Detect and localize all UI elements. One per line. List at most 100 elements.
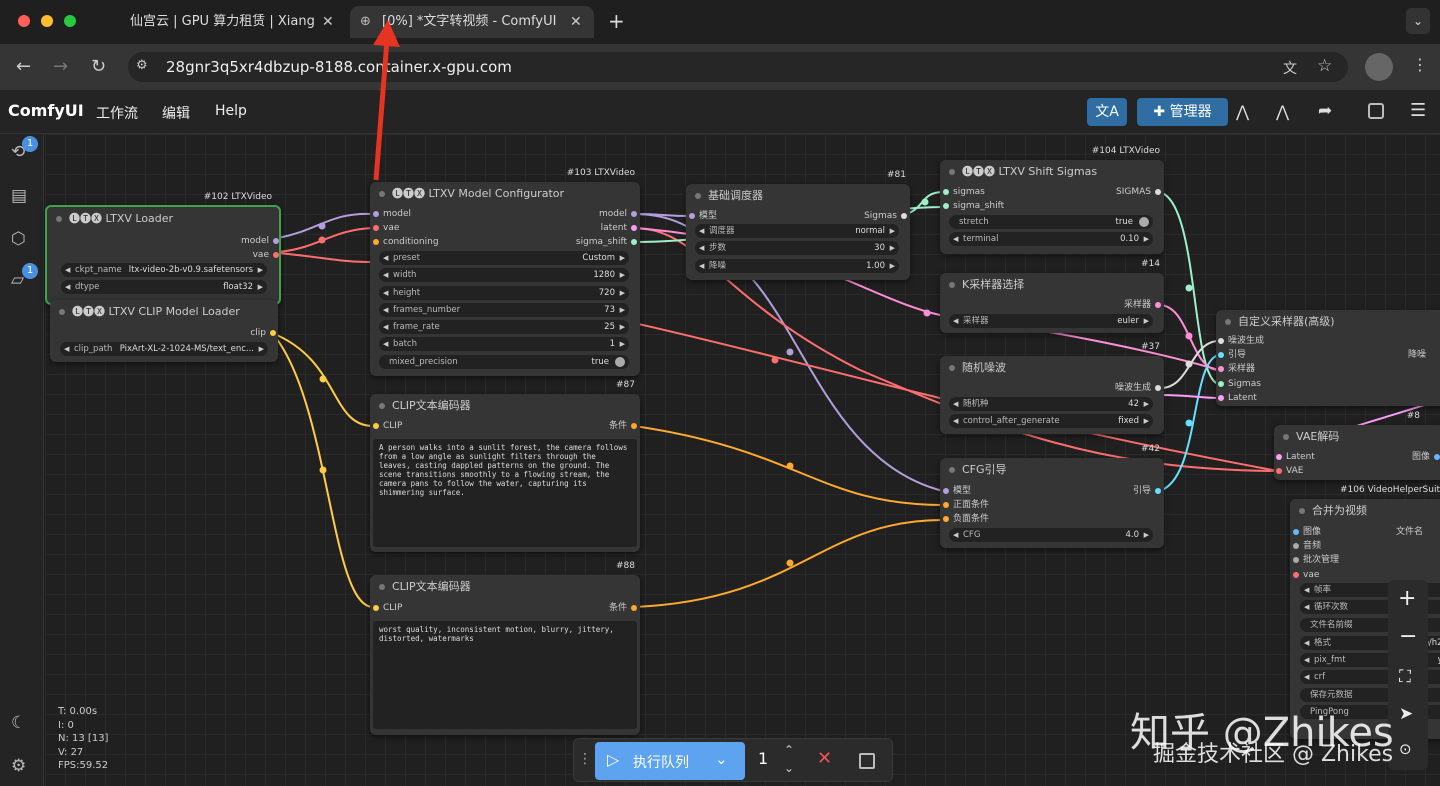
input-vae[interactable]: VAE	[1276, 465, 1303, 477]
cancel-x-icon[interactable]: ✕	[817, 748, 832, 769]
node-clip-text-encode-negative[interactable]: CLIP文本编码器 CLIP 条件 worst quality, inconsi…	[370, 575, 640, 735]
input-positive[interactable]: 正面条件	[943, 499, 989, 511]
forward-arrow-icon[interactable]: →	[53, 56, 68, 77]
translate-icon[interactable]: ⽂	[1283, 58, 1297, 78]
node-ltxv-model-configurator[interactable]: 🅛🅣🅧 LTXV Model Configurator model vae co…	[370, 182, 640, 376]
output-denoised[interactable]: 降噪	[1408, 349, 1426, 361]
toggle-link-icon[interactable]: ⊙	[1399, 740, 1412, 758]
node-random-noise[interactable]: 随机噪波 噪波生成 随机种42 control_after_generatefi…	[940, 356, 1164, 434]
new-tab-button[interactable]: +	[608, 9, 625, 33]
widget-preset[interactable]: presetCustom	[379, 251, 629, 265]
input-guider[interactable]: 引导	[1218, 349, 1246, 361]
input-audio[interactable]: 音频	[1293, 540, 1321, 552]
share-arrow-icon[interactable]: ➦	[1318, 101, 1332, 121]
settings-gear-icon[interactable]: ⚙	[11, 756, 26, 776]
node-cfg-guider[interactable]: CFG引导 模型 正面条件 负面条件 引导 CFG4.0	[940, 458, 1164, 548]
zoom-out-icon[interactable]: −	[1399, 624, 1417, 649]
node-clip-text-encode-positive[interactable]: CLIP文本编码器 CLIP 条件 A person walks into a …	[370, 394, 640, 552]
output-model[interactable]: model	[241, 235, 280, 247]
widget-control-after-generate[interactable]: control_after_generatefixed	[949, 414, 1153, 428]
output-conditioning[interactable]: 条件	[609, 420, 638, 432]
minimize-window-icon[interactable]	[41, 15, 53, 27]
widget-batch[interactable]: batch1	[379, 337, 629, 351]
browser-menu-icon[interactable]: ⋮	[1412, 55, 1428, 74]
input-model[interactable]: 模型	[943, 485, 971, 497]
output-model[interactable]: model	[599, 208, 638, 220]
output-guider[interactable]: 引导	[1133, 485, 1162, 497]
back-arrow-icon[interactable]: ←	[16, 56, 31, 77]
node-vae-decode[interactable]: VAE解码 Latent VAE 图像	[1274, 425, 1440, 480]
browser-tab-2-active[interactable]: ⊕ [0%] *文字转视频 - ComfyUI ✕	[350, 6, 594, 38]
node-library-icon[interactable]: ▤	[11, 186, 27, 206]
output-sampler[interactable]: 采样器	[1124, 299, 1162, 311]
profile-avatar[interactable]	[1365, 53, 1393, 81]
input-sampler[interactable]: 采样器	[1218, 363, 1255, 375]
input-noise[interactable]: 噪波生成	[1218, 335, 1264, 347]
maximize-window-icon[interactable]	[64, 15, 76, 27]
input-batch-manager[interactable]: 批次管理	[1293, 554, 1339, 566]
model-library-cube-icon[interactable]: ⬡	[11, 229, 26, 249]
input-model[interactable]: 模型	[689, 210, 717, 222]
widget-frames-number[interactable]: frames_number73	[379, 303, 629, 317]
input-vae[interactable]: vae	[373, 222, 399, 234]
fit-view-icon[interactable]: ⛶	[1399, 667, 1411, 687]
input-images[interactable]: 图像	[1293, 526, 1321, 538]
output-image[interactable]: 图像	[1412, 451, 1440, 463]
bookmark-star-icon[interactable]: ☆	[1317, 56, 1332, 76]
address-bar[interactable]: ⚙ 28gnr3q5xr4dbzup-8188.container.x-gpu.…	[128, 52, 1348, 82]
negative-prompt-textarea[interactable]: worst quality, inconsistent motion, blur…	[373, 621, 637, 729]
input-conditioning[interactable]: conditioning	[373, 236, 439, 248]
close-tab-icon[interactable]: ✕	[322, 6, 334, 38]
theme-moon-icon[interactable]: ☾	[11, 713, 26, 733]
node-ltxv-loader[interactable]: 🅛🅣🅧 LTXV Loader model vae ckpt_nameltx-v…	[45, 205, 281, 305]
widget-clip-path[interactable]: clip_pathPixArt-XL-2-1024-MS/text_enc...	[60, 342, 268, 356]
output-conditioning[interactable]: 条件	[609, 602, 638, 614]
node-ltxv-shift-sigmas[interactable]: 🅛🅣🅧 LTXV Shift Sigmas sigmas sigma_shift…	[940, 160, 1164, 254]
widget-dtype[interactable]: dtypefloat32	[61, 280, 267, 294]
widget-steps[interactable]: 步数30	[695, 241, 899, 255]
menu-workflow[interactable]: 工作流	[96, 103, 138, 123]
panel-toggle-icon[interactable]	[1368, 103, 1384, 119]
widget-denoise[interactable]: 降噪1.00	[695, 259, 899, 273]
drag-handle-icon[interactable]: ⋮	[578, 751, 592, 767]
input-vae[interactable]: vae	[1293, 569, 1319, 581]
hamburger-menu-icon[interactable]: ☰	[1410, 100, 1426, 121]
input-sigma-shift[interactable]: sigma_shift	[943, 200, 1004, 212]
select-pointer-icon[interactable]: ➤	[1399, 704, 1413, 724]
node-ltxv-clip-loader[interactable]: 🅛🅣🅧 LTXV CLIP Model Loader clip clip_pat…	[50, 300, 278, 362]
input-latent[interactable]: Latent	[1276, 451, 1315, 463]
comfy-icon-2[interactable]: ⋀	[1276, 102, 1289, 121]
input-model[interactable]: model	[373, 208, 411, 220]
widget-noise-seed[interactable]: 随机种42	[949, 397, 1153, 411]
widget-terminal[interactable]: terminal0.10	[949, 232, 1153, 246]
tab-search-chevron-icon[interactable]: ⌄	[1406, 8, 1430, 34]
close-tab-icon[interactable]: ✕	[570, 6, 582, 38]
widget-cfg[interactable]: CFG4.0	[949, 528, 1153, 542]
widget-stretch[interactable]: stretch true	[949, 215, 1153, 229]
close-window-icon[interactable]	[18, 15, 30, 27]
manager-button[interactable]: ✚ 管理器	[1137, 98, 1228, 126]
zoom-in-icon[interactable]: +	[1398, 586, 1416, 611]
output-noise[interactable]: 噪波生成	[1115, 382, 1162, 394]
input-sigmas[interactable]: sigmas	[943, 186, 985, 198]
input-clip[interactable]: CLIP	[373, 420, 402, 432]
clear-queue-square-icon[interactable]	[859, 753, 875, 769]
widget-height[interactable]: height720	[379, 286, 629, 300]
widget-frame-rate[interactable]: frame_rate25	[379, 320, 629, 334]
input-sigmas[interactable]: Sigmas	[1218, 378, 1261, 390]
input-clip[interactable]: CLIP	[373, 602, 402, 614]
output-sigmas[interactable]: Sigmas	[864, 210, 907, 222]
prompt-textarea[interactable]: A person walks into a sunlit forest, the…	[373, 439, 637, 547]
translate-button[interactable]: 文A	[1087, 98, 1127, 126]
widget-scheduler[interactable]: 调度器normal	[695, 224, 899, 238]
output-sigmas[interactable]: SIGMAS	[1116, 186, 1161, 198]
menu-help[interactable]: Help	[215, 103, 247, 119]
node-ksampler-select[interactable]: K采样器选择 采样器 采样器euler	[940, 273, 1164, 333]
node-sampler-custom-advanced[interactable]: 自定义采样器(高级) 噪波生成 引导 采样器 Sigmas Latent 降噪	[1216, 310, 1440, 406]
input-negative[interactable]: 负面条件	[943, 513, 989, 525]
comfy-icon[interactable]: ⋀	[1236, 102, 1249, 121]
widget-ckpt-name[interactable]: ckpt_nameltx-video-2b-v0.9.safetensors	[61, 263, 267, 277]
browser-tab-1[interactable]: 仙宫云 | GPU 算力租赁 | Xiang ✕	[116, 6, 346, 38]
output-filenames[interactable]: 文件名	[1396, 526, 1423, 538]
queue-run-button[interactable]: ▷ 执行队列 ⌄	[595, 742, 745, 780]
